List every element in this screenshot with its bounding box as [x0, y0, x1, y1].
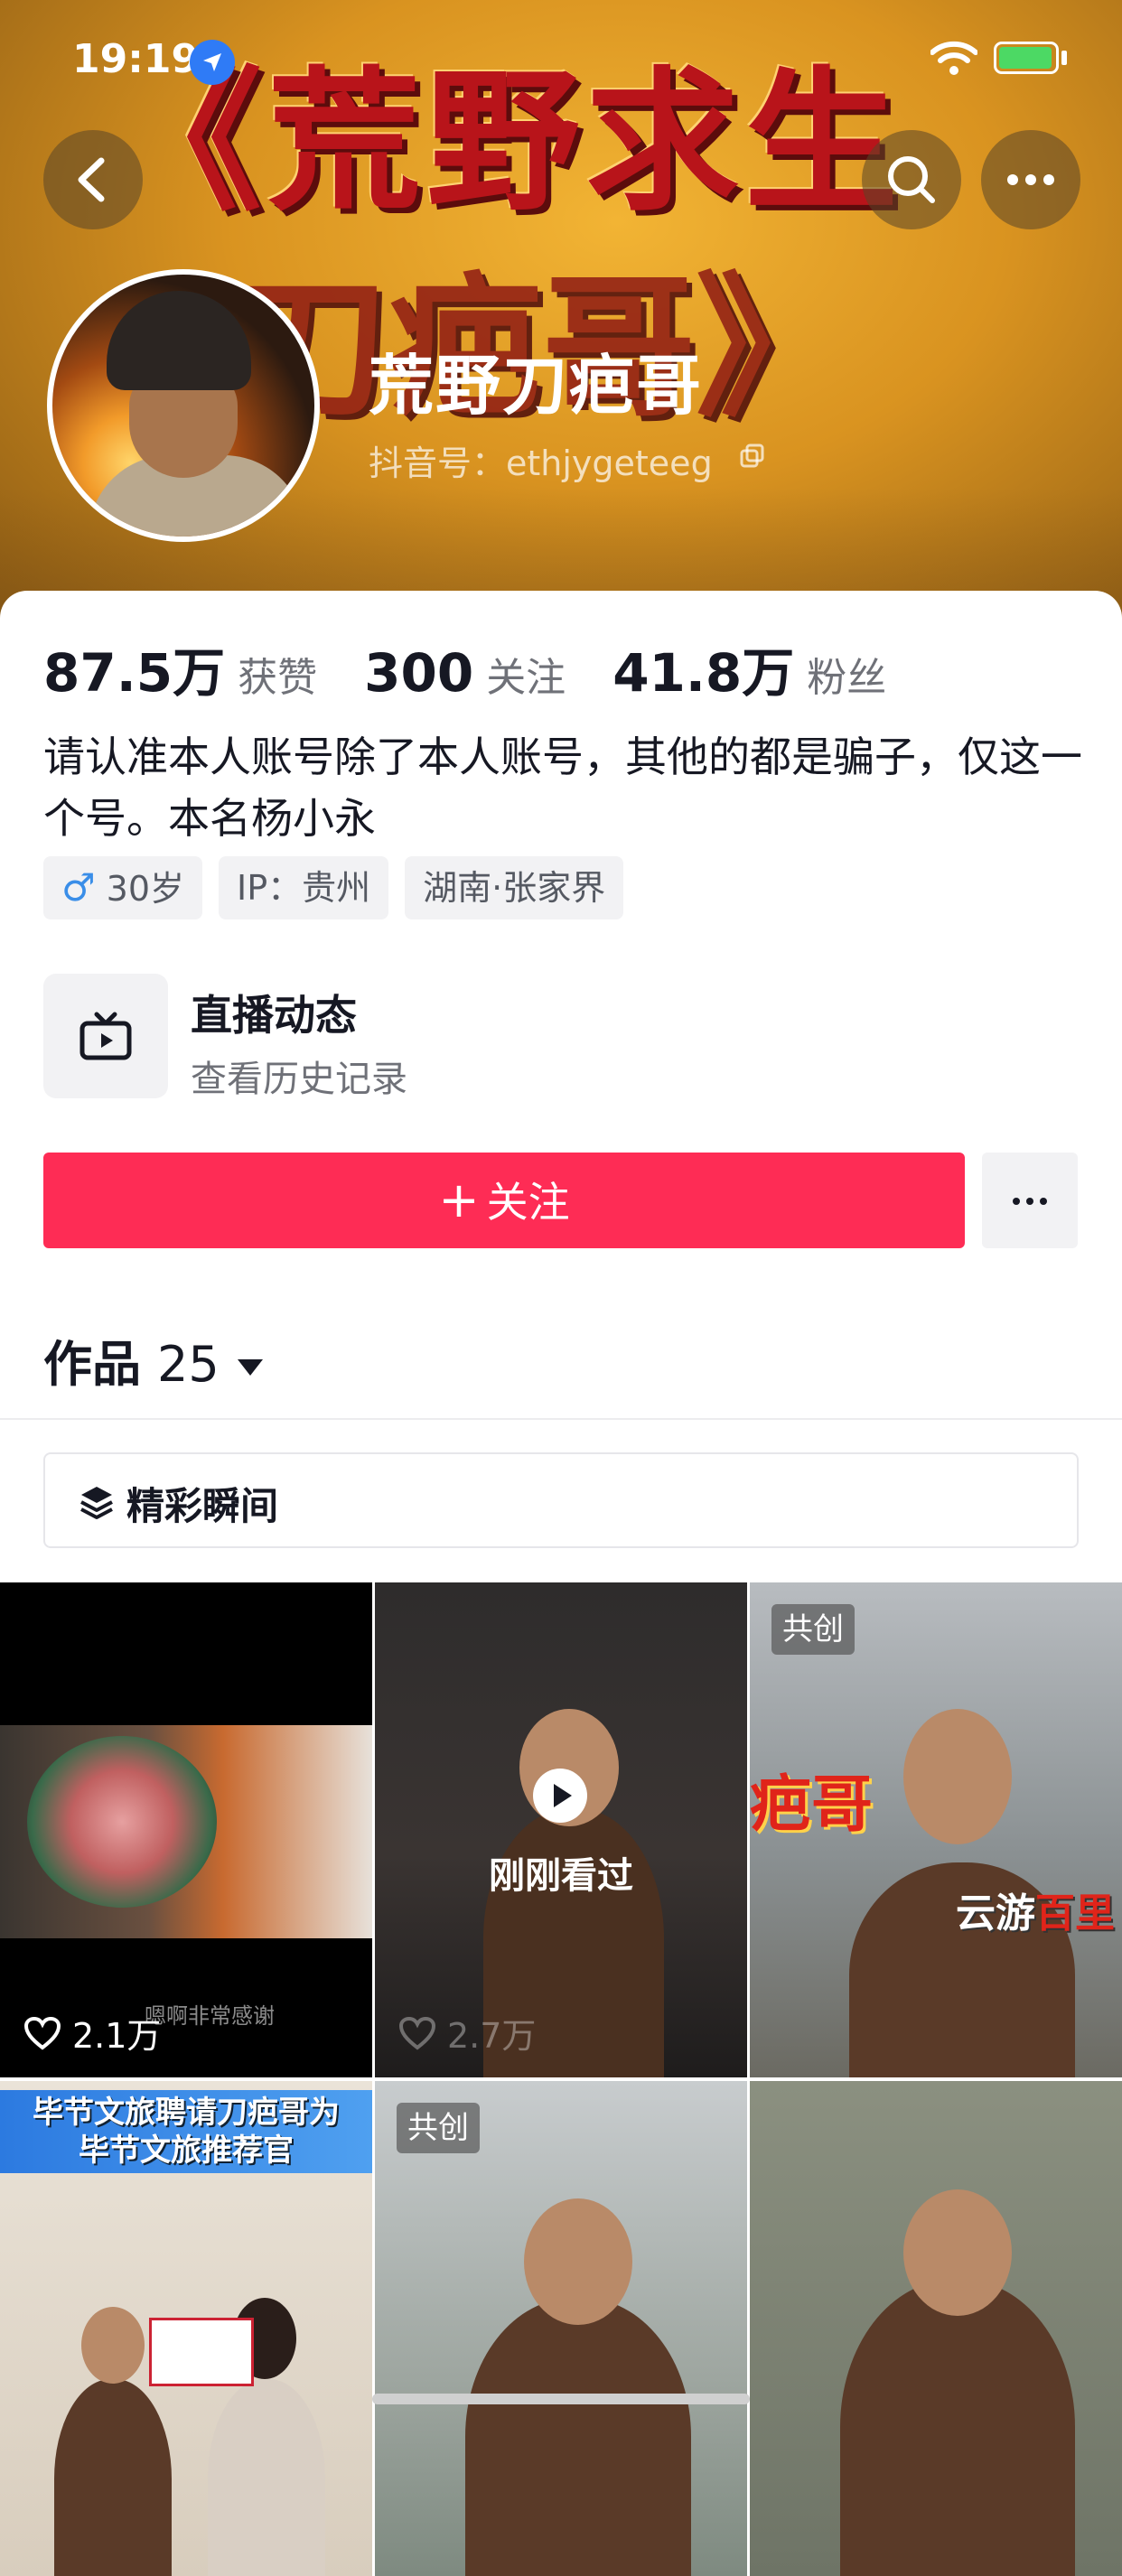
likes-label: 获赞 — [238, 655, 318, 701]
status-time: 19:19 — [72, 36, 200, 82]
tv-icon — [79, 1012, 132, 1060]
profile-stats: 87.5万 获赞 300 关注 41.8万 粉丝 — [43, 630, 933, 706]
followers-label[interactable]: 粉丝 — [807, 645, 886, 703]
douyin-id: 抖音号：ethjygeteeg — [369, 443, 713, 483]
live-history-entry[interactable]: 直播动态 查看历史记录 — [43, 974, 1082, 1100]
plus-icon: + — [438, 1171, 480, 1228]
works-tab[interactable]: 作品 25 — [43, 1324, 263, 1395]
search-icon — [888, 156, 935, 203]
highlights-button[interactable]: 精彩瞬间 — [43, 1452, 1079, 1548]
works-count: 25 — [157, 1336, 220, 1393]
heart-icon — [398, 2016, 436, 2050]
video-overlay-text: 疤哥 — [750, 1769, 874, 1841]
heart-icon — [23, 2016, 61, 2050]
profile-bio: 请认准本人账号除了本人账号，其他的都是骗子，仅这一个号。本名杨小永 — [43, 733, 1082, 843]
works-label: 作品 — [43, 1336, 141, 1393]
highlights-label: 精彩瞬间 — [126, 1484, 279, 1528]
battery-icon — [994, 42, 1059, 74]
following-count[interactable]: 300 — [364, 642, 473, 704]
video-tile[interactable]: 嗯啊非常感谢 2.1万 — [0, 1582, 372, 2077]
tag-location: 湖南·张家界 — [405, 856, 624, 919]
age-label: 30岁 — [106, 869, 185, 909]
live-title: 直播动态 — [191, 991, 357, 1040]
tv-icon-box — [43, 974, 168, 1098]
tag-ip: IP：贵州 — [219, 856, 389, 919]
caret-down-icon — [237, 1359, 263, 1377]
battery-cap — [1061, 51, 1067, 65]
video-banner-text: 毕节文旅聘请刀疤哥为 毕节文旅推荐官 — [0, 2090, 372, 2173]
tag-age: ♂ 30岁 — [43, 856, 203, 919]
profile-nickname: 荒野刀疤哥 — [369, 348, 704, 424]
more-options-button[interactable] — [981, 130, 1080, 229]
followers-count[interactable]: 41.8万 — [612, 630, 794, 706]
video-tile[interactable]: 疤哥 云游百里 共创 — [750, 1582, 1122, 2077]
video-overlay-subtitle: 云游百里 — [956, 1890, 1115, 1937]
follow-label: 关注 — [486, 1178, 570, 1227]
co-create-badge: 共创 — [397, 2103, 480, 2153]
following-label[interactable]: 关注 — [486, 645, 566, 703]
banner-title-line1: 《荒野求生 — [108, 51, 904, 232]
likes-count: 87.5万 — [43, 642, 226, 704]
video-tile[interactable]: 毕节文旅聘请刀疤哥为 毕节文旅推荐官 — [0, 2081, 372, 2576]
home-indicator — [372, 2394, 750, 2404]
divider — [0, 1418, 1122, 1420]
video-caption: 嗯啊非常感谢 — [145, 2003, 275, 2029]
copy-icon[interactable] — [739, 443, 766, 470]
video-likes: 2.7万 — [398, 2008, 536, 2058]
certificate — [149, 2318, 254, 2386]
co-create-badge: 共创 — [771, 1604, 855, 1655]
back-button[interactable] — [43, 130, 143, 229]
search-button[interactable] — [862, 130, 961, 229]
profile-tags: ♂ 30岁 IP：贵州 湖南·张家界 — [43, 856, 624, 919]
just-watched-label: 刚刚看过 — [489, 1855, 633, 1897]
layers-icon — [80, 1487, 113, 1519]
live-subtitle: 查看历史记录 — [191, 1059, 407, 1100]
follow-button[interactable]: + 关注 — [43, 1153, 965, 1248]
video-tile[interactable] — [750, 2081, 1122, 2576]
more-actions-button[interactable] — [982, 1153, 1078, 1248]
more-dots-icon — [1007, 174, 1054, 185]
video-likes: 2.1万 — [23, 2008, 161, 2058]
chevron-left-icon — [78, 157, 105, 202]
video-likes-count: 2.7万 — [447, 2016, 537, 2056]
video-likes-count: 2.1万 — [72, 2016, 162, 2056]
male-icon: ♂ — [61, 865, 96, 910]
video-tile[interactable]: 刚刚看过 2.7万 — [375, 1582, 747, 2077]
location-arrow-icon — [190, 40, 235, 85]
wifi-icon — [930, 41, 977, 75]
play-icon — [533, 1769, 587, 1823]
avatar[interactable] — [47, 269, 320, 542]
video-tile[interactable]: 共创 — [375, 2081, 747, 2576]
